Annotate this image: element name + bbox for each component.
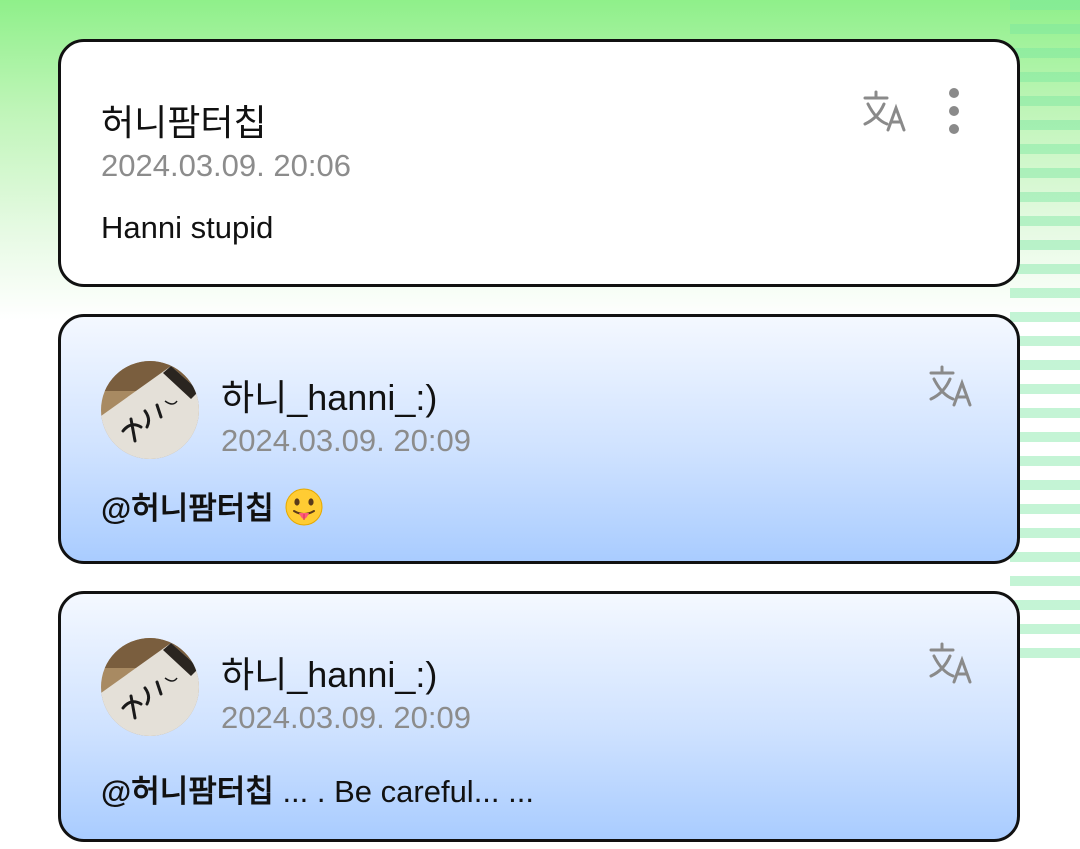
comment-author[interactable]: 허니팜터칩 [101, 94, 267, 146]
mention-link[interactable]: @허니팜터칩 [101, 774, 274, 809]
reply-timestamp: 2024.03.09. 20:09 [221, 700, 471, 735]
translate-icon[interactable] [927, 642, 977, 686]
tongue-out-face-icon [284, 487, 324, 535]
reply-card: 하니_hanni_:) 2024.03.09. 20:09 @허니팜터칩 ...… [58, 591, 1020, 842]
reply-text: @허니팜터칩 ... . Be careful... ... [101, 766, 534, 811]
reply-card: 하니_hanni_:) 2024.03.09. 20:09 @허니팜터칩 [58, 314, 1020, 564]
avatar[interactable] [101, 361, 199, 459]
comment-text: Hanni stupid [101, 210, 274, 245]
more-vertical-icon[interactable] [946, 88, 962, 138]
reply-timestamp: 2024.03.09. 20:09 [221, 423, 471, 458]
reply-text-content: ... . Be careful... ... [273, 774, 534, 809]
comment-timestamp: 2024.03.09. 20:06 [101, 148, 351, 183]
reply-text: @허니팜터칩 [101, 483, 324, 535]
background-stripes [1010, 0, 1080, 660]
reply-author[interactable]: 하니_hanni_:) [221, 369, 437, 421]
comment-card: 허니팜터칩 2024.03.09. 20:06 Hanni stupid [58, 39, 1020, 287]
translate-icon[interactable] [861, 90, 911, 134]
avatar[interactable] [101, 638, 199, 736]
translate-icon[interactable] [927, 365, 977, 409]
mention-link[interactable]: @허니팜터칩 [101, 491, 274, 526]
reply-author[interactable]: 하니_hanni_:) [221, 646, 437, 698]
